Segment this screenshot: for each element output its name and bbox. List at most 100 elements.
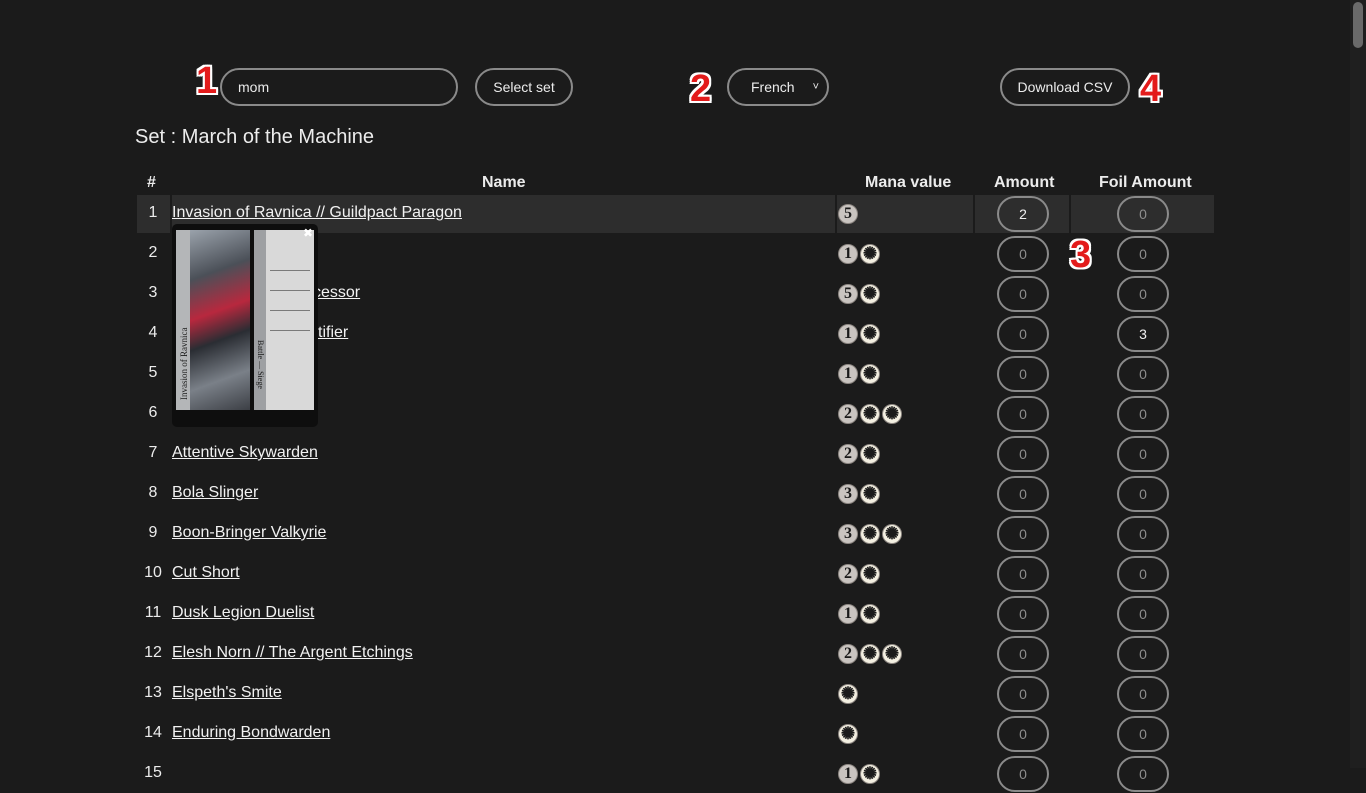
page-scrollbar[interactable] bbox=[1350, 0, 1366, 768]
foil-amount-input[interactable]: 0 bbox=[1117, 556, 1169, 592]
generic-mana-icon: 1 bbox=[838, 244, 858, 264]
card-name-link[interactable]: Boon-Bringer Valkyrie bbox=[172, 524, 326, 542]
foil-amount-input[interactable]: 0 bbox=[1117, 756, 1169, 792]
amount-input[interactable]: 0 bbox=[997, 436, 1049, 472]
table-row: 11 Dusk Legion Duelist 1 ✺ 0 0 bbox=[137, 595, 1214, 633]
mana-cost: 2 ✺ ✺ bbox=[838, 404, 902, 424]
amount-input[interactable]: 0 bbox=[997, 516, 1049, 552]
card-name-link[interactable]: Attentive Skywarden bbox=[172, 444, 318, 462]
download-csv-button[interactable]: Download CSV bbox=[1000, 68, 1130, 106]
card-preview-type: Battle — Siege bbox=[256, 340, 265, 389]
generic-mana-icon: 2 bbox=[838, 564, 858, 584]
amount-input[interactable]: 0 bbox=[997, 716, 1049, 752]
foil-amount-input[interactable]: 0 bbox=[1117, 356, 1169, 392]
foil-amount-input[interactable]: 0 bbox=[1117, 676, 1169, 712]
column-divider bbox=[973, 195, 975, 233]
card-title-strip: Invasion of Ravnica bbox=[176, 230, 190, 410]
amount-input[interactable]: 0 bbox=[997, 756, 1049, 792]
card-name-link[interactable]: Elesh Norn // The Argent Etchings bbox=[172, 644, 413, 662]
card-name-link[interactable]: Cut Short bbox=[172, 564, 240, 582]
foil-amount-input[interactable]: 0 bbox=[1117, 516, 1169, 552]
card-text-line bbox=[270, 330, 310, 331]
foil-amount-input[interactable]: 0 bbox=[1117, 716, 1169, 752]
foil-amount-input[interactable]: 0 bbox=[1117, 276, 1169, 312]
row-number: 3 bbox=[148, 284, 158, 301]
white-mana-icon: ✺ bbox=[860, 324, 880, 344]
white-mana-icon: ✺ bbox=[860, 524, 880, 544]
amount-input[interactable]: 0 bbox=[997, 476, 1049, 512]
foil-amount-input[interactable]: 0 bbox=[1117, 436, 1169, 472]
amount-input[interactable]: 2 bbox=[997, 196, 1049, 232]
foil-amount-input[interactable]: 0 bbox=[1117, 596, 1169, 632]
table-row: 14 Enduring Bondwarden ✺ 0 0 bbox=[137, 715, 1214, 753]
table-row: 15 1 ✺ 0 0 bbox=[137, 755, 1214, 793]
card-name-link[interactable]: tifier bbox=[318, 324, 348, 342]
generic-mana-icon: 3 bbox=[838, 484, 858, 504]
scrollbar-thumb[interactable] bbox=[1353, 2, 1363, 48]
language-select[interactable]: French ˅ bbox=[727, 68, 829, 106]
mana-cost: 1 ✺ bbox=[838, 364, 880, 384]
foil-amount-input[interactable]: 0 bbox=[1117, 236, 1169, 272]
column-divider bbox=[1069, 195, 1071, 233]
foil-amount-input[interactable]: 0 bbox=[1117, 196, 1169, 232]
select-set-button[interactable]: Select set bbox=[475, 68, 573, 106]
white-mana-icon: ✺ bbox=[882, 644, 902, 664]
row-number: 2 bbox=[148, 244, 158, 261]
mana-cost: 1 ✺ bbox=[838, 244, 880, 264]
mana-cost: 2 ✺ bbox=[838, 444, 880, 464]
card-name-link[interactable]: Bola Slinger bbox=[172, 484, 258, 502]
generic-mana-icon: 5 bbox=[838, 204, 858, 224]
generic-mana-icon: 5 bbox=[838, 284, 858, 304]
white-mana-icon: ✺ bbox=[860, 444, 880, 464]
amount-input[interactable]: 0 bbox=[997, 356, 1049, 392]
generic-mana-icon: 1 bbox=[838, 764, 858, 784]
header-amount: Amount bbox=[994, 174, 1055, 191]
generic-mana-icon: 1 bbox=[838, 364, 858, 384]
mana-cost: 3 ✺ bbox=[838, 484, 880, 504]
foil-amount-input[interactable]: 3 bbox=[1117, 316, 1169, 352]
amount-input[interactable]: 0 bbox=[997, 556, 1049, 592]
white-mana-icon: ✺ bbox=[860, 284, 880, 304]
chevron-down-icon: ˅ bbox=[812, 81, 819, 93]
header-foil-amount: Foil Amount bbox=[1099, 174, 1192, 191]
white-mana-icon: ✺ bbox=[882, 524, 902, 544]
row-number: 4 bbox=[148, 324, 158, 341]
annotation-step-3: 3 bbox=[1070, 234, 1092, 276]
amount-input[interactable]: 0 bbox=[997, 236, 1049, 272]
amount-input[interactable]: 0 bbox=[997, 676, 1049, 712]
annotation-step-4: 4 bbox=[1140, 68, 1162, 110]
amount-input[interactable]: 0 bbox=[997, 596, 1049, 632]
white-mana-icon: ✺ bbox=[860, 364, 880, 384]
row-number: 12 bbox=[144, 644, 162, 661]
amount-input[interactable]: 0 bbox=[997, 636, 1049, 672]
white-mana-icon: ✺ bbox=[860, 244, 880, 264]
row-number: 5 bbox=[148, 364, 158, 381]
white-mana-icon: ✺ bbox=[860, 764, 880, 784]
table-row: 12 Elesh Norn // The Argent Etchings 2 ✺ ✺ 0 0 bbox=[137, 635, 1214, 673]
foil-amount-input[interactable]: 0 bbox=[1117, 476, 1169, 512]
mana-cost: ✺ bbox=[838, 724, 858, 744]
amount-input[interactable]: 0 bbox=[997, 396, 1049, 432]
row-number: 1 bbox=[148, 204, 158, 221]
language-select-value: French bbox=[751, 79, 795, 95]
mana-cost: ✺ bbox=[838, 684, 858, 704]
amount-input[interactable]: 0 bbox=[997, 276, 1049, 312]
amount-input[interactable]: 0 bbox=[997, 316, 1049, 352]
card-name-link[interactable]: Dusk Legion Duelist bbox=[172, 604, 314, 622]
mana-cost: 5 ✺ bbox=[838, 284, 880, 304]
row-number: 15 bbox=[144, 764, 162, 781]
set-search-input[interactable] bbox=[220, 68, 458, 106]
row-number: 13 bbox=[144, 684, 162, 701]
card-name-link[interactable]: Invasion of Ravnica // Guildpact Paragon bbox=[172, 204, 462, 222]
foil-amount-input[interactable]: 0 bbox=[1117, 396, 1169, 432]
card-name-link[interactable]: Elspeth's Smite bbox=[172, 684, 282, 702]
header-mana-value: Mana value bbox=[865, 174, 952, 191]
table-row: 8 Bola Slinger 3 ✺ 0 0 bbox=[137, 475, 1214, 513]
row-number: 10 bbox=[144, 564, 162, 581]
close-icon[interactable]: ✖ bbox=[301, 226, 315, 240]
card-name-link[interactable]: cessor bbox=[313, 284, 360, 302]
foil-amount-input[interactable]: 0 bbox=[1117, 636, 1169, 672]
table-row: 13 Elspeth's Smite ✺ 0 0 bbox=[137, 675, 1214, 713]
card-name-link[interactable]: Enduring Bondwarden bbox=[172, 724, 330, 742]
card-art bbox=[190, 230, 250, 410]
